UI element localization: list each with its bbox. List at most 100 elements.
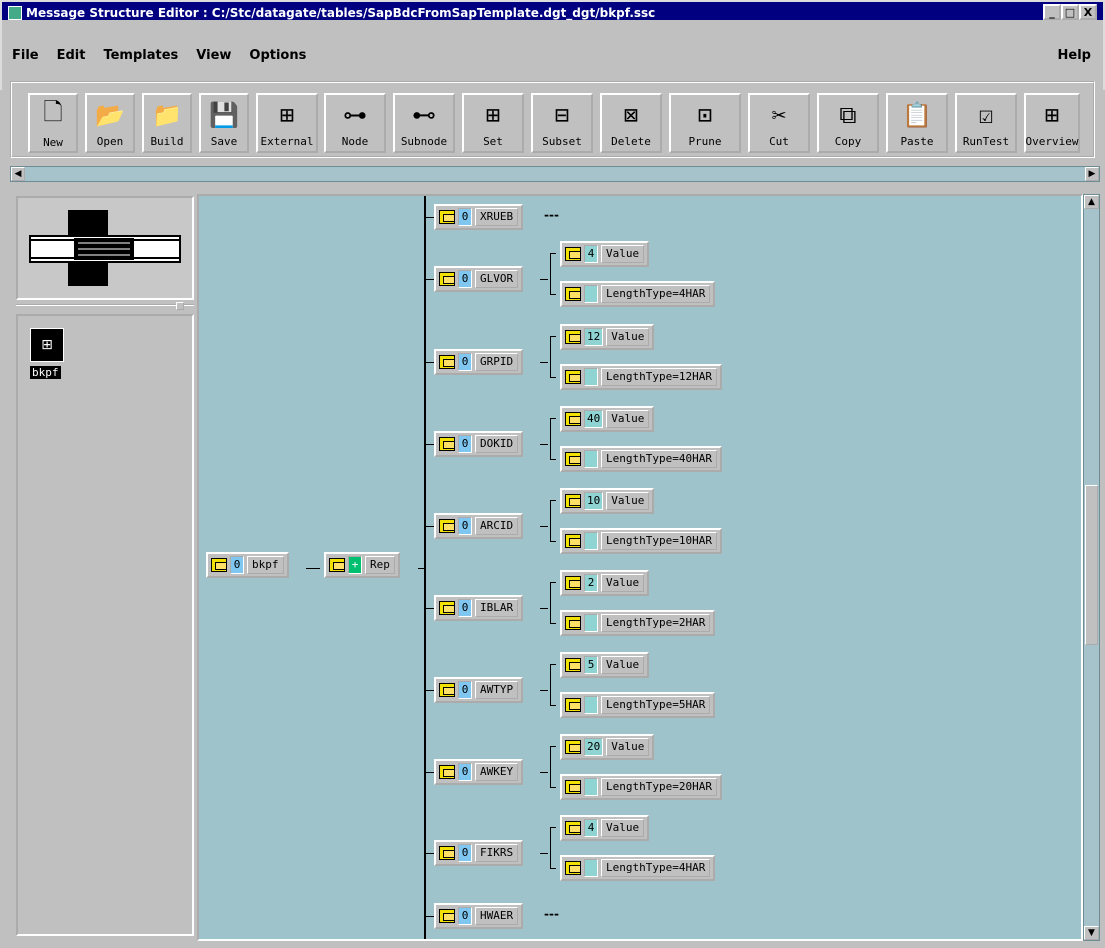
- tree-node[interactable]: 0 ARCID: [434, 513, 524, 539]
- toolbar-cut-button[interactable]: ✂ Cut: [748, 93, 810, 153]
- child-bracket: [550, 336, 556, 378]
- toolbar-delete-button[interactable]: ⊠ Delete: [600, 93, 662, 153]
- node-name: Value: [601, 574, 645, 592]
- tree-node[interactable]: 0 FIKRS: [434, 840, 524, 866]
- tree-node[interactable]: LengthType=4HAR: [560, 281, 716, 307]
- tree-node[interactable]: LengthType=12HAR: [560, 364, 722, 390]
- node-count: [584, 696, 598, 714]
- connector-line: [426, 772, 434, 773]
- folder-icon: [565, 247, 581, 261]
- toolbar-save-button[interactable]: 💾 Save: [199, 93, 249, 153]
- vertical-scroll-thumb[interactable]: [1085, 485, 1098, 645]
- node-name: LengthType=5HAR: [601, 696, 711, 714]
- tree-node[interactable]: 0 HWAER: [434, 903, 524, 929]
- structure-overview-map[interactable]: [16, 196, 194, 300]
- menu-options[interactable]: Options: [249, 48, 306, 70]
- structure-file-icon[interactable]: ⊞: [30, 328, 64, 362]
- node-count: 2: [584, 574, 598, 592]
- external-icon: ⊞: [279, 101, 295, 129]
- tree-node[interactable]: LengthType=4HAR: [560, 855, 716, 881]
- panel-splitter[interactable]: [16, 302, 194, 312]
- close-button[interactable]: X: [1079, 4, 1097, 20]
- tree-node[interactable]: LengthType=5HAR: [560, 692, 716, 718]
- toolbar-build-button[interactable]: 📁 Build: [142, 93, 192, 153]
- tree-node[interactable]: 20 Value: [560, 734, 655, 760]
- folder-icon: [565, 658, 581, 672]
- tree-node[interactable]: 10 Value: [560, 488, 655, 514]
- tree-node[interactable]: 0 GLVOR: [434, 266, 524, 292]
- scroll-left-icon[interactable]: ◀: [11, 167, 25, 181]
- tree-node[interactable]: 0 GRPID: [434, 349, 524, 375]
- scroll-up-icon[interactable]: ▲: [1084, 195, 1099, 209]
- tree-node[interactable]: 4 Value: [560, 815, 650, 841]
- menu-help[interactable]: Help: [1058, 48, 1091, 63]
- splitter-knob[interactable]: [176, 302, 184, 310]
- tree-node[interactable]: 0 AWKEY: [434, 759, 524, 785]
- tree-node[interactable]: 0 IBLAR: [434, 595, 524, 621]
- tree-node[interactable]: LengthType=10HAR: [560, 528, 722, 554]
- toolbar-external-button[interactable]: ⊞ External: [256, 93, 318, 153]
- tree-node[interactable]: 2 Value: [560, 570, 650, 596]
- toolbar-runtest-button[interactable]: ☑ RunTest: [955, 93, 1017, 153]
- horizontal-scrollbar[interactable]: ◀ ▶: [10, 166, 1100, 182]
- node-name: LengthType=12HAR: [601, 368, 717, 386]
- app-icon: [8, 6, 22, 20]
- toolbar-prune-button[interactable]: ⊡ Prune: [669, 93, 741, 153]
- tree-node[interactable]: LengthType=2HAR: [560, 610, 716, 636]
- menu-templates[interactable]: Templates: [103, 48, 178, 70]
- toolbar: 🗋 New 📂 Open 📁 Build 💾 Save ⊞ External ⊶ Node ⊷ Subno…: [10, 81, 1095, 158]
- tree-node[interactable]: LengthType=40HAR: [560, 446, 722, 472]
- scroll-down-icon[interactable]: ▼: [1084, 926, 1099, 940]
- node-count: [584, 285, 598, 303]
- minimize-button[interactable]: _: [1043, 4, 1061, 20]
- toolbar-node-button[interactable]: ⊶ Node: [324, 93, 386, 153]
- tree-node[interactable]: 12 Value: [560, 324, 655, 350]
- scroll-right-icon[interactable]: ▶: [1085, 167, 1099, 181]
- toolbar-button-label: Open: [96, 135, 124, 148]
- toolbar-subnode-button[interactable]: ⊷ Subnode: [393, 93, 455, 153]
- node-name: HWAER: [475, 907, 519, 925]
- tree-node[interactable]: 5 Value: [560, 652, 650, 678]
- toolbar-set-button[interactable]: ⊞ Set: [462, 93, 524, 153]
- tree-node[interactable]: 40 Value: [560, 406, 655, 432]
- new-file-icon: 🗋: [43, 98, 63, 126]
- folder-icon: [565, 412, 581, 426]
- connector-line: [540, 772, 548, 773]
- connector-line: [540, 279, 548, 280]
- tree-node[interactable]: 0 bkpf: [206, 552, 289, 578]
- folder-icon: [439, 272, 455, 286]
- child-bracket: [550, 664, 556, 706]
- connector-line: [540, 526, 548, 527]
- tree-node[interactable]: 0 AWTYP: [434, 677, 524, 703]
- menu-view[interactable]: View: [196, 48, 231, 70]
- folder-icon: [565, 861, 581, 875]
- toolbar-new-button[interactable]: 🗋 New: [28, 93, 78, 153]
- tree-node[interactable]: 4 Value: [560, 241, 650, 267]
- toolbar-button-label: Subset: [542, 135, 582, 148]
- toolbar-button-label: Set: [483, 135, 503, 148]
- toolbar-copy-button[interactable]: ⧉ Copy: [817, 93, 879, 153]
- menu-file[interactable]: File: [12, 48, 39, 70]
- tree-node[interactable]: 0 DOKID: [434, 431, 524, 457]
- node-name: LengthType=20HAR: [601, 778, 717, 796]
- toolbar-overview-button[interactable]: ⊞ Overview: [1024, 93, 1080, 153]
- toolbar-subset-button[interactable]: ⊟ Subset: [531, 93, 593, 153]
- node-name: Value: [601, 819, 645, 837]
- toolbar-button-label: Prune: [688, 135, 722, 148]
- vertical-scrollbar[interactable]: ▲ ▼: [1083, 194, 1100, 941]
- toolbar-open-button[interactable]: 📂 Open: [85, 93, 135, 153]
- maximize-button[interactable]: □: [1061, 4, 1079, 20]
- tree-node[interactable]: + Rep: [324, 552, 400, 578]
- tree-node[interactable]: 0 XRUEB: [434, 204, 524, 230]
- tree-node[interactable]: LengthType=20HAR: [560, 774, 722, 800]
- node-count: 0: [458, 844, 472, 862]
- toolbar-paste-button[interactable]: 📋 Paste: [886, 93, 948, 153]
- node-name: FIKRS: [475, 844, 519, 862]
- node-name: DOKID: [475, 435, 519, 453]
- node-name: LengthType=40HAR: [601, 450, 717, 468]
- build-icon: 📁: [152, 101, 182, 129]
- node-count: 0: [458, 907, 472, 925]
- file-label[interactable]: bkpf: [30, 366, 61, 379]
- menu-edit[interactable]: Edit: [57, 48, 86, 70]
- node-count: 10: [584, 492, 604, 510]
